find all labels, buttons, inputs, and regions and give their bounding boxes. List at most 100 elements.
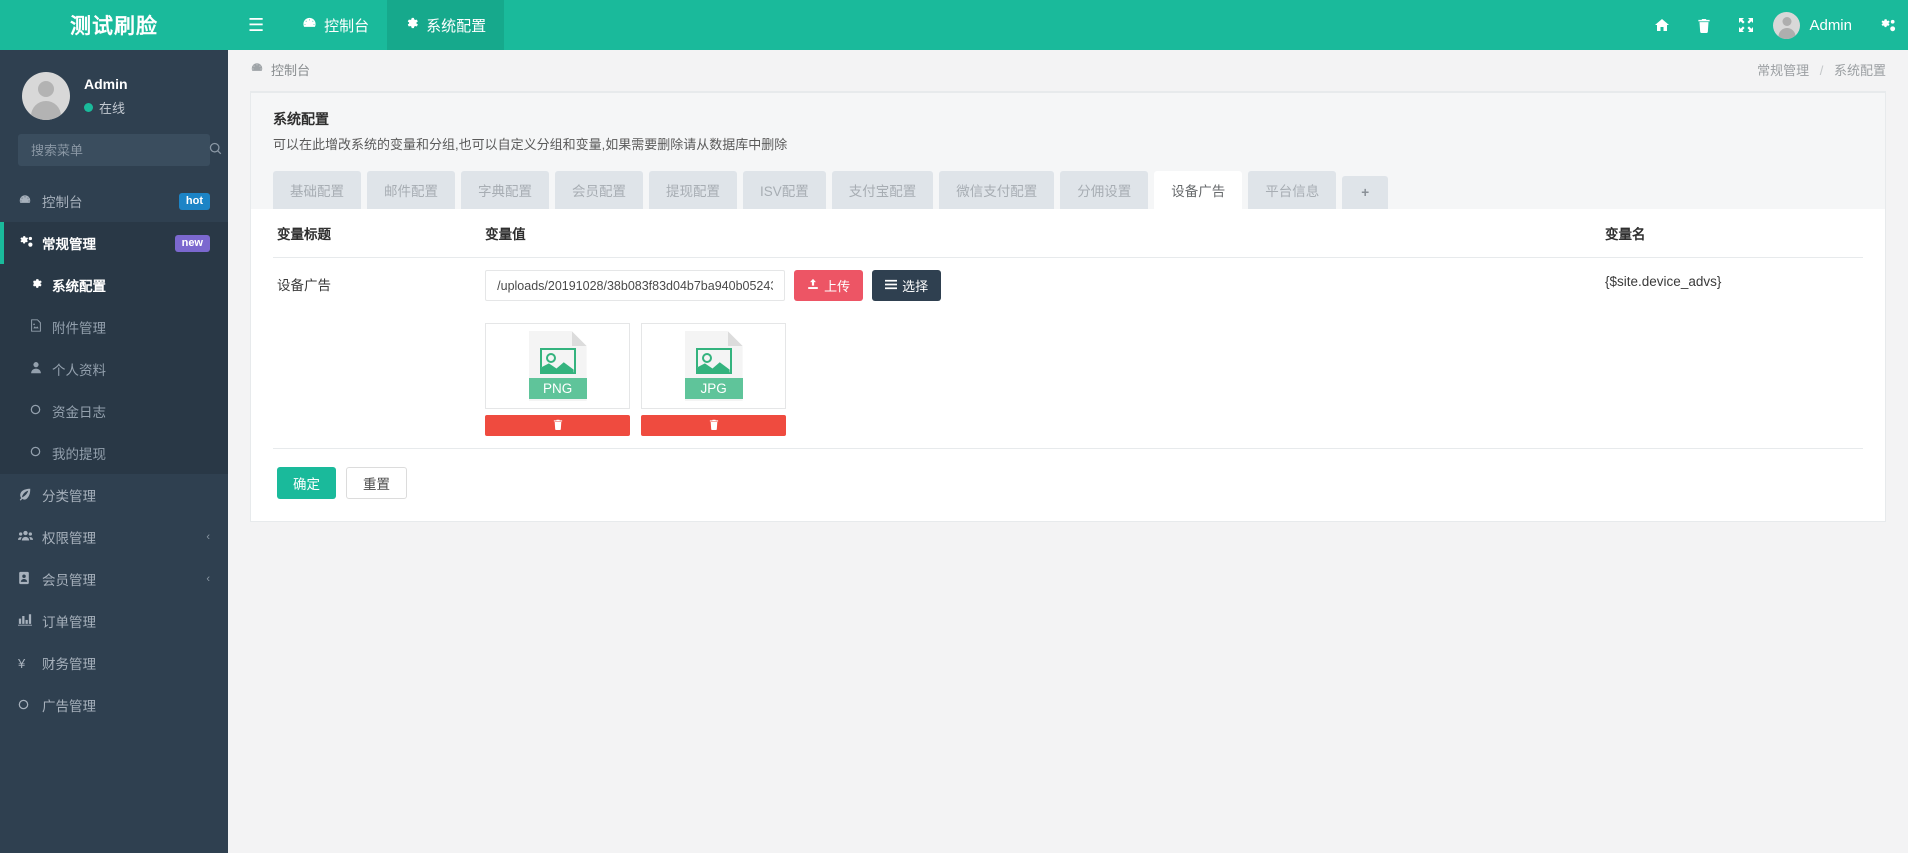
sidebar-item-general-management[interactable]: 常规管理 new [0, 222, 228, 264]
header-nav: ☰ 控制台 系统配置 [228, 0, 505, 50]
gear-icon [30, 277, 52, 293]
sidebar-submenu-general: 系统配置 附件管理 个人资料 资金日志 我的提现 [0, 264, 228, 474]
table-row: 设备广告 上传 [273, 257, 1863, 449]
sidebar-item-system-config[interactable]: 系统配置 [0, 264, 228, 306]
file-image-icon: JPG [684, 331, 743, 401]
breadcrumb-left[interactable]: 控制台 [250, 60, 310, 79]
sidebar-item-order-management[interactable]: 订单管理 [0, 600, 228, 642]
sidebar-menu: 控制台 hot 常规管理 new 系统配置 附件管理 个人资料 资金日志 我的提… [0, 180, 228, 726]
sidebar-toggle-button[interactable]: ☰ [228, 0, 284, 50]
config-table: 变量标题 变量值 变量名 设备广告 /uploads/20191028/38b0… [273, 209, 1863, 449]
add-tab-button[interactable]: + [1342, 176, 1389, 209]
tab-basic-config[interactable]: 基础配置 [273, 171, 361, 209]
gear-icon [405, 16, 419, 34]
file-preview-card[interactable]: JPG [641, 323, 787, 409]
sidebar-item-attachment-management[interactable]: 附件管理 [0, 306, 228, 348]
header-user-label: Admin [1809, 16, 1852, 34]
sidebar-badge-new: new [174, 234, 210, 252]
search-icon[interactable] [209, 142, 222, 158]
file-extension-label: PNG [528, 378, 587, 399]
breadcrumb-right: 常规管理 / 系统配置 [1757, 60, 1886, 79]
hamburger-icon: ☰ [248, 14, 265, 35]
select-file-button[interactable]: 选择 [872, 270, 942, 301]
sidebar-item-ad-management[interactable]: 广告管理 [0, 684, 228, 726]
tab-mail-config[interactable]: 邮件配置 [367, 171, 455, 209]
file-preview-card[interactable]: PNG [485, 323, 631, 409]
yen-icon: ¥ [18, 655, 26, 671]
page-title: 系统配置 [273, 111, 329, 127]
fullscreen-icon[interactable] [1725, 0, 1767, 50]
trash-icon [709, 419, 719, 433]
row-variable-name: {$site.device_advs} [1605, 257, 1863, 449]
sidebar-item-permission-management-label: 权限管理 [42, 531, 96, 546]
header-nav-system-config[interactable]: 系统配置 [387, 0, 505, 50]
submit-button[interactable]: 确定 [277, 467, 336, 499]
sidebar-item-category-management[interactable]: 分类管理 [0, 474, 228, 516]
table-header-variable-title: 变量标题 [273, 209, 486, 258]
profile-status: 在线 [84, 98, 128, 117]
row-variable-title: 设备广告 [273, 257, 486, 449]
upload-controls: 上传 选择 [485, 270, 1595, 301]
breadcrumb: 控制台 常规管理 / 系统配置 [228, 50, 1908, 88]
file-extension-label: JPG [684, 378, 743, 399]
upload-button-label: 上传 [824, 279, 851, 294]
config-tabs: 基础配置 邮件配置 字典配置 会员配置 提现配置 ISV配置 支付宝配置 微信支… [251, 159, 1885, 209]
table-header-row: 变量标题 变量值 变量名 [273, 209, 1863, 258]
picture-glyph-icon [539, 348, 576, 374]
delete-file-button[interactable] [641, 415, 787, 436]
sidebar-item-personal-profile-label: 个人资料 [52, 363, 106, 378]
tab-withdraw-config[interactable]: 提现配置 [649, 171, 737, 209]
tab-wechat-pay-config[interactable]: 微信支付配置 [939, 171, 1055, 209]
settings-gears-icon[interactable] [1866, 0, 1908, 50]
reset-button[interactable]: 重置 [346, 467, 407, 499]
trash-icon [553, 419, 563, 433]
breadcrumb-current: 系统配置 [1833, 62, 1886, 78]
table-header-variable-value: 变量值 [485, 209, 1606, 258]
header-right-tools: Admin [1641, 0, 1908, 50]
circle-icon [18, 698, 42, 713]
bar-chart-icon [18, 613, 42, 629]
tab-isv-config[interactable]: ISV配置 [743, 171, 826, 209]
upload-button[interactable]: 上传 [794, 270, 864, 301]
profile-name: Admin [84, 75, 128, 92]
select-file-button-label: 选择 [902, 279, 929, 294]
sidebar-item-member-management[interactable]: 会员管理 ‹ [0, 558, 228, 600]
sidebar-item-my-withdrawals[interactable]: 我的提现 [0, 432, 228, 474]
sidebar-item-order-management-label: 订单管理 [42, 615, 96, 630]
sidebar-item-finance-management[interactable]: ¥ 财务管理 [0, 642, 228, 684]
home-icon[interactable] [1641, 0, 1683, 50]
sidebar-item-category-management-label: 分类管理 [42, 489, 96, 504]
header-nav-dashboard[interactable]: 控制台 [284, 0, 387, 50]
page-description: 可以在此增改系统的变量和分组,也可以自定义分组和变量,如果需要删除请从数据库中删… [273, 137, 788, 152]
sidebar-item-system-config-label: 系统配置 [52, 279, 106, 294]
tab-dictionary-config[interactable]: 字典配置 [461, 171, 549, 209]
sidebar-profile[interactable]: Admin 在线 [0, 50, 228, 134]
search-input[interactable] [29, 141, 209, 159]
sidebar: Admin 在线 控制台 hot 常规管理 ne [0, 50, 228, 853]
sidebar-search-box[interactable] [18, 134, 222, 166]
tab-alipay-config[interactable]: 支付宝配置 [831, 171, 934, 209]
tab-device-ads[interactable]: 设备广告 [1154, 171, 1243, 209]
leaf-icon [18, 487, 42, 504]
sidebar-item-member-management-label: 会员管理 [42, 573, 96, 588]
delete-file-button[interactable] [485, 415, 631, 436]
file-path-input[interactable] [485, 270, 786, 301]
tab-member-config[interactable]: 会员配置 [555, 171, 643, 209]
tab-platform-info[interactable]: 平台信息 [1248, 171, 1337, 209]
file-image-icon: PNG [528, 331, 587, 401]
sidebar-item-attachment-management-label: 附件管理 [52, 321, 106, 336]
tab-commission-config[interactable]: 分佣设置 [1060, 171, 1149, 209]
avatar [1773, 11, 1801, 39]
file-fold-shape [571, 331, 587, 346]
top-header: 测试刷脸 ☰ 控制台 系统配置 Admin [0, 0, 1908, 50]
header-user-menu[interactable]: Admin [1767, 0, 1866, 50]
sidebar-item-fund-log[interactable]: 资金日志 [0, 390, 228, 432]
sidebar-item-personal-profile[interactable]: 个人资料 [0, 348, 228, 390]
config-table-wrap: 变量标题 变量值 变量名 设备广告 /uploads/20191028/38b0… [251, 209, 1885, 449]
sidebar-item-permission-management[interactable]: 权限管理 ‹ [0, 516, 228, 558]
sidebar-item-dashboard[interactable]: 控制台 hot [0, 180, 228, 222]
cogs-icon [18, 235, 42, 252]
trash-icon[interactable] [1683, 0, 1725, 50]
breadcrumb-parent[interactable]: 常规管理 [1757, 63, 1809, 78]
file-fold-shape [727, 331, 743, 346]
